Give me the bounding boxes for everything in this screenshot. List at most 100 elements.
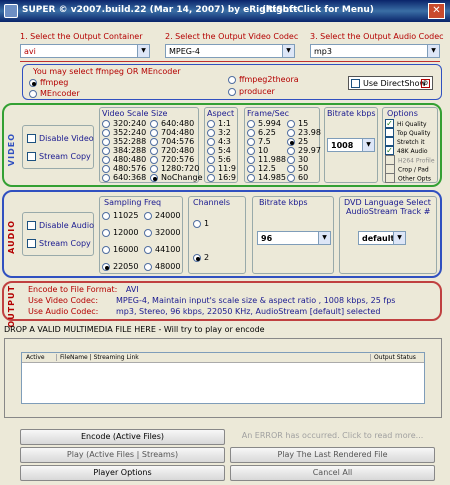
scale-option[interactable]: 704:576 <box>150 137 194 146</box>
audio-bitrate-select[interactable]: 96 ▼ <box>257 231 331 245</box>
scale-option[interactable]: 384:288 <box>102 146 146 155</box>
dvd-track-select[interactable]: default ▼ <box>358 231 406 245</box>
video-option-48k-audio[interactable]: ✓ 48K Audio <box>385 146 428 155</box>
fps-option[interactable]: 12.5 <box>247 164 276 173</box>
radio-icon <box>287 173 295 182</box>
chevron-down-icon[interactable]: ▼ <box>282 45 294 57</box>
encode-button[interactable]: Encode (Active Files) <box>20 429 225 445</box>
stream-copy-audio-checkbox[interactable]: Stream Copy <box>27 239 91 248</box>
cancel-all-button[interactable]: Cancel All <box>230 465 435 481</box>
chevron-down-icon[interactable]: ▼ <box>362 139 374 151</box>
chevron-down-icon[interactable]: ▼ <box>318 232 330 244</box>
column-active[interactable]: Active <box>26 354 45 361</box>
play-last-button[interactable]: Play The Last Rendered File <box>230 447 435 463</box>
freq-option[interactable]: 48000 <box>144 262 180 271</box>
play-active-button[interactable]: Play (Active Files | Streams) <box>20 447 225 463</box>
sampling-freq-title: Sampling Freq <box>104 198 162 207</box>
stream-copy-video-checkbox[interactable]: Stream Copy <box>27 152 91 161</box>
aspect-group: Aspect 1:1 3:2 4:3 5:4 5:6 11:9 16:9 <box>204 107 238 183</box>
radio-icon <box>150 164 158 173</box>
fps-option[interactable]: 60 <box>287 173 308 182</box>
fps-option[interactable]: 11.988 <box>247 155 286 164</box>
video-option-hi-quality[interactable]: ✓ Hi Quality <box>385 119 427 128</box>
fps-option[interactable]: 50 <box>287 164 308 173</box>
freq-option[interactable]: 32000 <box>144 228 180 237</box>
scale-option[interactable]: 1280:720 <box>150 164 199 173</box>
output-video-label: Use Video Codec: <box>28 296 99 305</box>
radio-icon <box>102 262 110 271</box>
scale-option[interactable]: 720:576 <box>150 155 194 164</box>
radio-icon <box>287 137 295 146</box>
scale-option[interactable]: NoChange <box>150 173 203 182</box>
freq-option[interactable]: 22050 <box>102 262 138 271</box>
radio-icon <box>207 128 215 137</box>
scale-option[interactable]: 640:368 <box>102 173 146 182</box>
audio-bitrate-title: Bitrate kbps <box>259 198 308 207</box>
channel-option-2[interactable]: 2 <box>193 253 209 262</box>
fps-option[interactable]: 29.97 <box>287 146 321 155</box>
chevron-down-icon[interactable]: ▼ <box>427 45 439 57</box>
radio-icon <box>102 173 110 182</box>
column-output-status[interactable]: Output Status <box>370 354 416 361</box>
fps-option[interactable]: 30 <box>287 155 308 164</box>
freq-option[interactable]: 16000 <box>102 245 138 254</box>
chevron-down-icon[interactable]: ▼ <box>137 45 149 57</box>
aspect-option[interactable]: 1:1 <box>207 119 231 128</box>
channel-option-1[interactable]: 1 <box>193 219 209 228</box>
output-audio-label: Use Audio Codec: <box>28 307 99 316</box>
scale-option[interactable]: 480:576 <box>102 164 146 173</box>
aspect-option[interactable]: 5:4 <box>207 146 231 155</box>
video-codec-select[interactable]: MPEG-4 ▼ <box>165 44 295 58</box>
scale-option[interactable]: 352:240 <box>102 128 146 137</box>
fps-option[interactable]: 10 <box>247 146 268 155</box>
fps-option[interactable]: 7.5 <box>247 137 271 146</box>
chevron-down-icon[interactable]: ▼ <box>393 232 405 244</box>
container-select[interactable]: avi ▼ <box>20 44 150 58</box>
aspect-option[interactable]: 4:3 <box>207 137 231 146</box>
fps-option[interactable]: 5.994 <box>247 119 281 128</box>
directshow-toggle[interactable]: Use DirectShow D <box>348 76 433 90</box>
aspect-option[interactable]: 16:9 <box>207 173 236 182</box>
radio-icon <box>144 211 152 220</box>
disable-audio-checkbox[interactable]: Disable Audio <box>27 221 94 230</box>
aspect-option[interactable]: 3:2 <box>207 128 231 137</box>
video-bitrate-select[interactable]: 1008 ▼ <box>327 138 375 152</box>
freq-option[interactable]: 12000 <box>102 228 138 237</box>
aspect-option[interactable]: 11:9 <box>207 164 236 173</box>
fps-group: Frame/Sec 5.994 6.25 7.5 10 11.988 12.5 14.985… <box>244 107 321 183</box>
freq-option[interactable]: 24000 <box>144 211 180 220</box>
error-link[interactable]: An ERROR has occurred. Click to read mor… <box>230 429 435 443</box>
encoder-option-mencoder[interactable]: MEncoder <box>29 89 80 98</box>
file-list[interactable]: Active FileName | Streaming Link Output … <box>21 352 425 404</box>
scale-option[interactable]: 352:288 <box>102 137 146 146</box>
player-options-button[interactable]: Player Options <box>20 465 225 481</box>
fps-option[interactable]: 6.25 <box>247 128 276 137</box>
scale-option[interactable]: 720:480 <box>150 146 194 155</box>
scale-option[interactable]: 480:480 <box>102 155 146 164</box>
encoder-option-producer[interactable]: producer <box>228 87 275 96</box>
video-option-other-opts[interactable]: Other Opts <box>385 173 431 183</box>
scale-option[interactable]: 704:480 <box>150 128 194 137</box>
audio-codec-select[interactable]: mp3 ▼ <box>310 44 440 58</box>
encoder-option-ffmpeg2theora[interactable]: ffmpeg2theora <box>228 75 299 84</box>
aspect-option[interactable]: 5:6 <box>207 155 231 164</box>
encoder-option-ffmpeg[interactable]: ffmpeg <box>29 78 68 87</box>
fps-option[interactable]: 23.98 <box>287 128 321 137</box>
radio-icon <box>29 78 37 87</box>
scale-size-group: Video Scale Size 320:240 352:240 352:288 38… <box>99 107 203 183</box>
close-icon[interactable]: ✕ <box>428 3 445 19</box>
column-filename[interactable]: FileName | Streaming Link <box>56 354 139 361</box>
video-option-stretch-it[interactable]: Stretch it <box>385 137 425 146</box>
fps-option[interactable]: 25 <box>287 137 308 146</box>
scale-option[interactable]: 640:480 <box>150 119 194 128</box>
audio-toggles: Disable Audio Stream Copy <box>22 212 94 256</box>
fps-option[interactable]: 15 <box>287 119 308 128</box>
fps-option[interactable]: 14.985 <box>247 173 286 182</box>
radio-icon <box>102 119 110 128</box>
freq-option[interactable]: 44100 <box>144 245 180 254</box>
scale-option[interactable]: 320:240 <box>102 119 146 128</box>
disable-video-checkbox[interactable]: Disable Video <box>27 134 94 143</box>
video-option-top-quality[interactable]: Top Quality <box>385 128 430 137</box>
freq-option[interactable]: 11025 <box>102 211 138 220</box>
radio-icon <box>150 119 158 128</box>
